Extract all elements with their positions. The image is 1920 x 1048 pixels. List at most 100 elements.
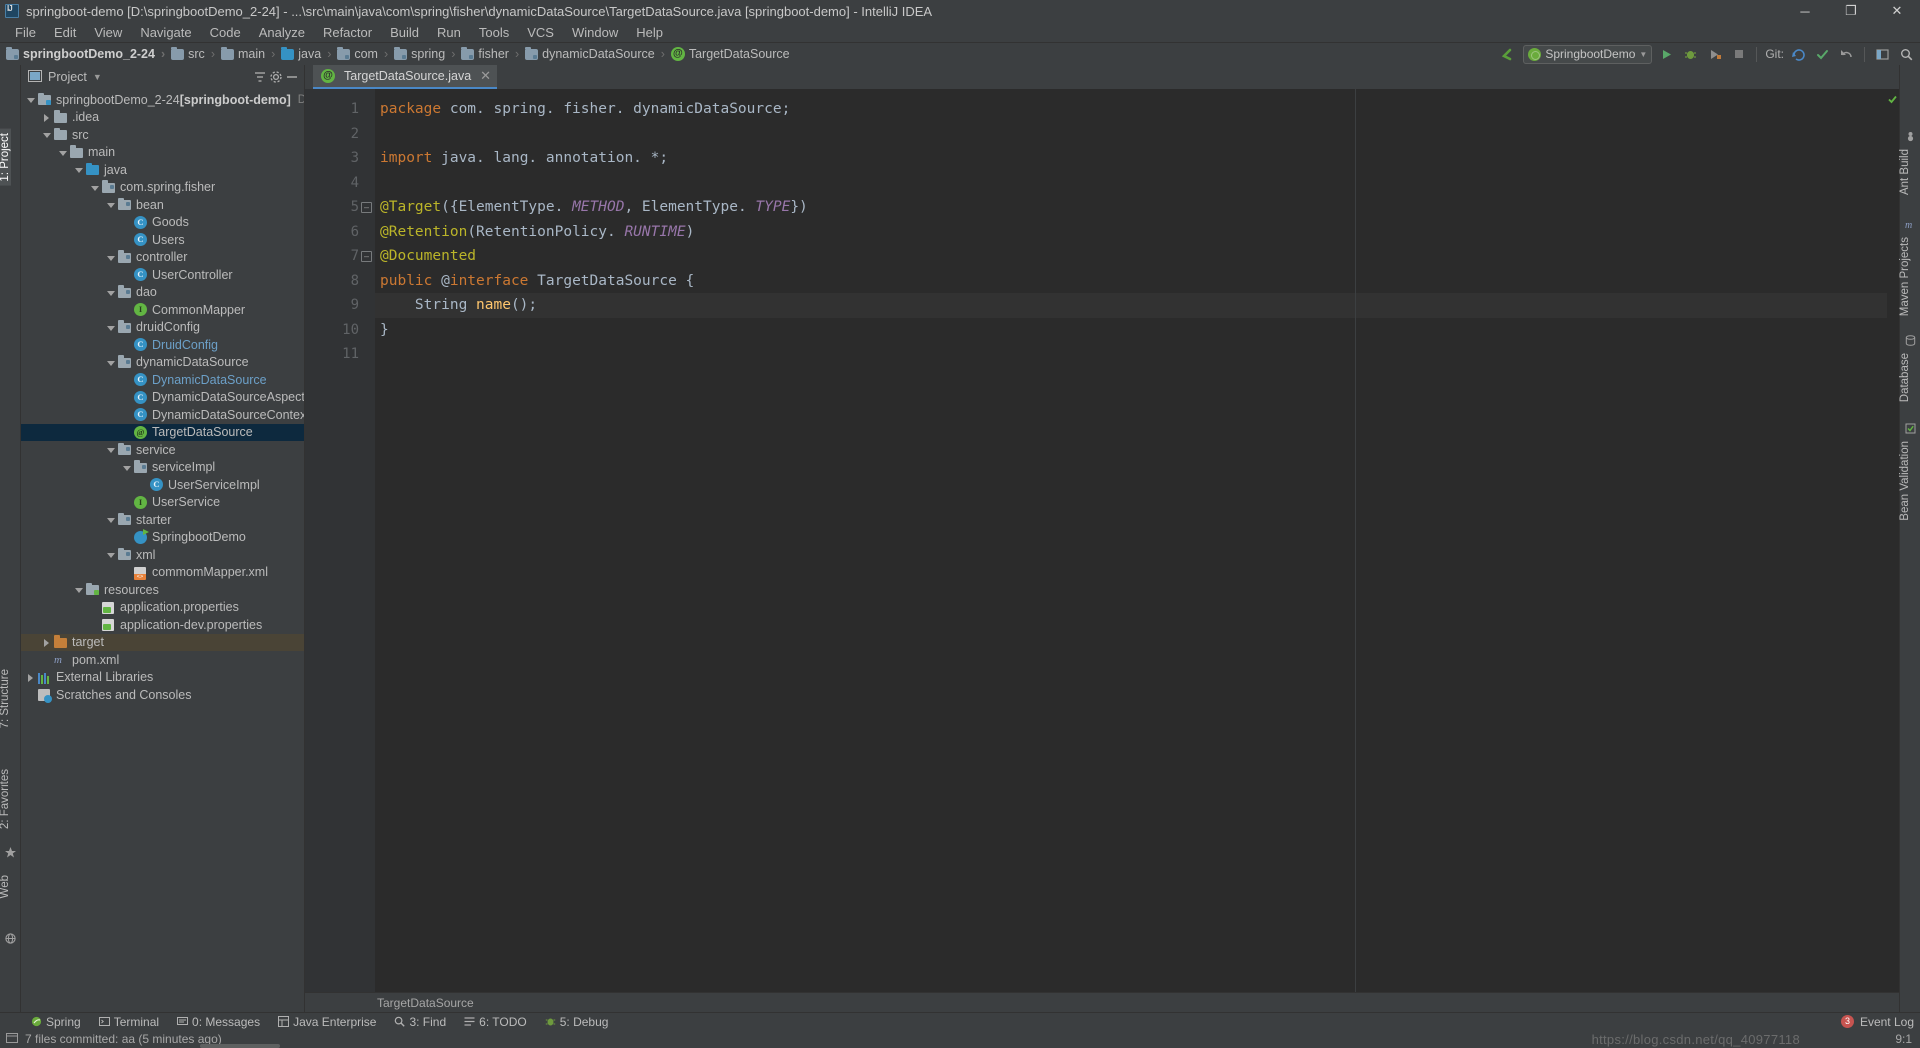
tree-node-main[interactable]: main	[21, 144, 304, 162]
minimize-button[interactable]: ─	[1782, 0, 1828, 22]
tree-node-src[interactable]: src	[21, 126, 304, 144]
tree-node-springbootdemo-2-24[interactable]: springbootDemo_2-24 [springboot-demo] D:\…	[21, 91, 304, 109]
tab-target-data-source[interactable]: @ TargetDataSource.java ✕	[313, 65, 498, 89]
breadcrumb-java[interactable]: java ›	[279, 43, 335, 65]
menu-item-help[interactable]: Help	[627, 23, 672, 42]
chevron-down-icon[interactable]	[105, 444, 116, 455]
chevron-down-icon[interactable]	[105, 287, 116, 298]
event-log-area[interactable]: 3 Event Log	[1840, 1015, 1914, 1029]
event-log-label[interactable]: Event Log	[1860, 1015, 1914, 1029]
menu-item-build[interactable]: Build	[381, 23, 428, 42]
tree-node-com-spring-fisher[interactable]: com.spring.fisher	[21, 179, 304, 197]
tree-node-java[interactable]: java	[21, 161, 304, 179]
breadcrumb-src[interactable]: src ›	[169, 43, 219, 65]
tree-node-userservice[interactable]: I UserService	[21, 494, 304, 512]
tree-node-druidconfig[interactable]: C DruidConfig	[21, 336, 304, 354]
hide-panel-icon[interactable]	[284, 69, 300, 85]
bottom-tab-5-debug[interactable]: 5: Debug	[536, 1013, 618, 1031]
chevron-down-icon[interactable]	[73, 164, 84, 175]
tree-node--idea[interactable]: .idea	[21, 109, 304, 127]
project-tree[interactable]: springbootDemo_2-24 [springboot-demo] D:\…	[21, 89, 304, 1012]
tree-node-target[interactable]: target	[21, 633, 304, 651]
chevron-down-icon[interactable]	[105, 199, 116, 210]
chevron-down-icon[interactable]	[105, 514, 116, 525]
menu-item-file[interactable]: File	[6, 23, 45, 42]
chevron-down-icon[interactable]	[89, 182, 100, 193]
code-line[interactable]	[380, 171, 1899, 196]
code-line[interactable]: @Documented	[380, 244, 1899, 269]
bottom-tab-6-todo[interactable]: 6: TODO	[455, 1013, 536, 1031]
breadcrumb-spring[interactable]: spring ›	[392, 43, 459, 65]
tree-node-service[interactable]: service	[21, 441, 304, 459]
breadcrumb-main[interactable]: main ›	[219, 43, 279, 65]
breadcrumb-fisher[interactable]: fisher ›	[459, 43, 523, 65]
sidebar-item-bean-validation[interactable]: Bean Validation	[1899, 437, 1911, 525]
code-line[interactable]: import java. lang. annotation. *;	[380, 146, 1899, 171]
code-line[interactable]	[380, 342, 1899, 367]
editor-scrollbar[interactable]	[1887, 89, 1899, 992]
menu-item-view[interactable]: View	[85, 23, 131, 42]
undo-icon[interactable]	[1837, 45, 1856, 64]
tree-node-bean[interactable]: bean	[21, 196, 304, 214]
breadcrumb-com[interactable]: com ›	[335, 43, 392, 65]
chevron-down-icon[interactable]	[57, 147, 68, 158]
tree-node-commommapper-xml[interactable]: commomMapper.xml	[21, 564, 304, 582]
code-line[interactable]: package com. spring. fisher. dynamicData…	[380, 97, 1899, 122]
chevron-down-icon[interactable]	[105, 549, 116, 560]
select-in-project-icon[interactable]	[1873, 45, 1892, 64]
breadcrumb-targetdatasource[interactable]: @ TargetDataSource	[669, 43, 794, 65]
caret-position[interactable]: 9:1	[1895, 1032, 1912, 1046]
chevron-down-icon[interactable]	[41, 129, 52, 140]
tree-node-dynamicdatasourceaspect[interactable]: C DynamicDataSourceAspect	[21, 389, 304, 407]
tree-node-dynamicdatasource[interactable]: dynamicDataSource	[21, 354, 304, 372]
breadcrumb-dynamicdatasource[interactable]: dynamicDataSource ›	[523, 43, 669, 65]
tree-node-userserviceimpl[interactable]: C UserServiceImpl	[21, 476, 304, 494]
code-line[interactable]: public @interface TargetDataSource {	[380, 269, 1899, 294]
chevron-down-icon[interactable]	[105, 322, 116, 333]
sidebar-item-project[interactable]: 1: Project	[0, 129, 11, 186]
tree-node-druidconfig[interactable]: druidConfig	[21, 319, 304, 337]
tree-node-pom-xml[interactable]: m pom.xml	[21, 651, 304, 669]
tree-node-external-libraries[interactable]: External Libraries	[21, 669, 304, 687]
chevron-right-icon[interactable]	[41, 112, 52, 123]
tree-node-application-properties[interactable]: application.properties	[21, 599, 304, 617]
gear-icon[interactable]	[268, 69, 284, 85]
menu-item-vcs[interactable]: VCS	[518, 23, 563, 42]
chevron-down-icon[interactable]	[105, 357, 116, 368]
back-arrow-icon[interactable]	[1499, 45, 1518, 64]
tree-node-springbootdemo[interactable]: SpringbootDemo	[21, 528, 304, 547]
tree-node-application-dev-properties[interactable]: application-dev.properties	[21, 616, 304, 634]
chevron-down-icon[interactable]	[73, 584, 84, 595]
tree-node-starter[interactable]: starter	[21, 511, 304, 529]
menu-item-analyze[interactable]: Analyze	[250, 23, 314, 42]
sidebar-item-structure[interactable]: 7: Structure	[0, 665, 11, 732]
tree-node-controller[interactable]: controller	[21, 249, 304, 267]
chevron-down-icon[interactable]	[121, 462, 132, 473]
run-configuration-selector[interactable]: SpringbootDemo ▼	[1523, 44, 1653, 64]
sidebar-item-web[interactable]: Web	[0, 871, 11, 902]
menu-item-window[interactable]: Window	[563, 23, 627, 42]
bottom-tab-java-enterprise[interactable]: Java Enterprise	[269, 1013, 385, 1031]
debug-button[interactable]	[1681, 45, 1700, 64]
tree-node-commonmapper[interactable]: I CommonMapper	[21, 301, 304, 319]
sidebar-item-maven-projects[interactable]: Maven Projects	[1899, 233, 1911, 320]
editor-body[interactable]: 1 2 3 4 5 6 7 8 9 10 11– – package com. spring. fis…	[305, 89, 1899, 992]
tree-node-targetdatasource[interactable]: @ TargetDataSource	[21, 423, 304, 441]
tree-node-dynamicdatasourcecontextholder[interactable]: C DynamicDataSourceContextHolder	[21, 406, 304, 424]
fold-marker-line-7[interactable]: –	[361, 251, 372, 262]
tree-node-usercontroller[interactable]: C UserController	[21, 266, 304, 284]
code-line[interactable]: }	[380, 318, 1899, 343]
sidebar-item-ant-build[interactable]: Ant Build	[1899, 145, 1911, 199]
horizontal-scrollbar[interactable]	[200, 1044, 280, 1048]
sidebar-item-database[interactable]: Database	[1899, 349, 1911, 406]
tree-node-serviceimpl[interactable]: serviceImpl	[21, 459, 304, 477]
bottom-tab-spring[interactable]: Spring	[22, 1013, 90, 1031]
chevron-down-icon[interactable]	[105, 252, 116, 263]
bottom-tab-terminal[interactable]: Terminal	[90, 1013, 168, 1031]
menu-item-edit[interactable]: Edit	[45, 23, 85, 42]
menu-item-navigate[interactable]: Navigate	[131, 23, 200, 42]
search-icon[interactable]	[1897, 45, 1916, 64]
close-icon[interactable]: ✕	[480, 68, 491, 84]
chevron-right-icon[interactable]	[25, 672, 36, 683]
tree-node-dao[interactable]: dao	[21, 284, 304, 302]
